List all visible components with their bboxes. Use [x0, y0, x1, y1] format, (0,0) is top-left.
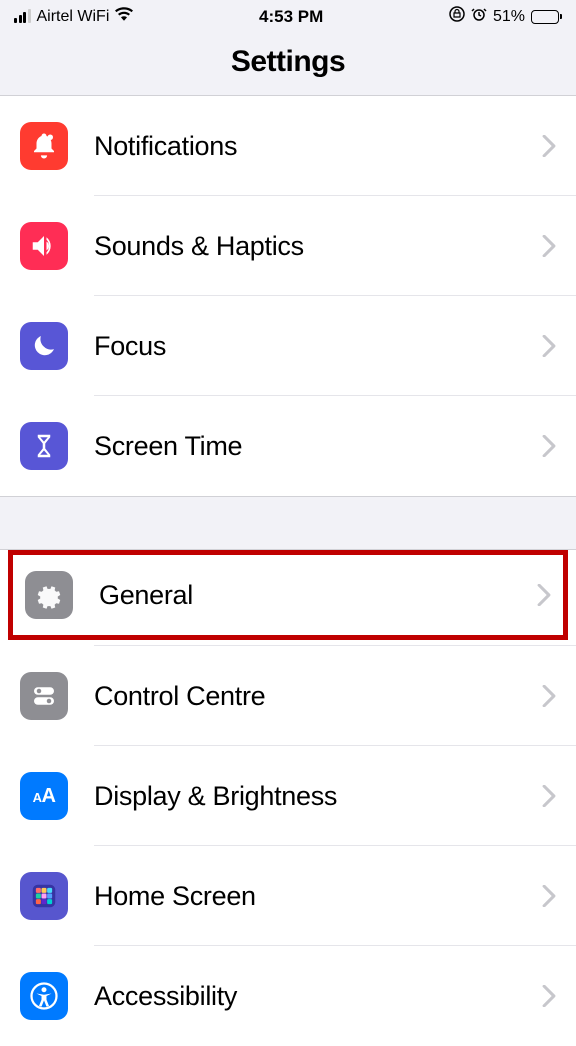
orientation-lock-icon	[449, 6, 465, 27]
clock: 4:53 PM	[259, 7, 323, 27]
page-title: Settings	[0, 45, 576, 79]
chevron-right-icon	[537, 584, 551, 606]
settings-section-2: General Control Centre AA Display & Brig…	[0, 550, 576, 1046]
chevron-right-icon	[542, 985, 556, 1007]
item-label: Control Centre	[94, 681, 542, 712]
item-label: Focus	[94, 331, 542, 362]
item-label: Notifications	[94, 131, 542, 162]
bell-icon	[20, 122, 68, 170]
chevron-right-icon	[542, 135, 556, 157]
settings-section-1: Notifications Sounds & Haptics Focus Scr…	[0, 96, 576, 496]
moon-icon	[20, 322, 68, 370]
item-label: Screen Time	[94, 431, 542, 462]
accessibility-icon	[20, 972, 68, 1020]
settings-item-notifications[interactable]: Notifications	[0, 96, 576, 196]
highlight-general: General	[8, 550, 568, 640]
settings-item-control-centre[interactable]: Control Centre	[0, 646, 576, 746]
item-label: Accessibility	[94, 981, 542, 1012]
battery-percent: 51%	[493, 8, 525, 26]
settings-item-general[interactable]: General	[13, 555, 563, 635]
settings-item-focus[interactable]: Focus	[0, 296, 576, 396]
wifi-icon	[115, 7, 133, 26]
hourglass-icon	[20, 422, 68, 470]
alarm-icon	[471, 6, 487, 27]
chevron-right-icon	[542, 885, 556, 907]
status-bar: Airtel WiFi 4:53 PM 51%	[0, 0, 576, 31]
settings-item-screen-time[interactable]: Screen Time	[0, 396, 576, 496]
signal-icon	[14, 10, 31, 23]
status-left: Airtel WiFi	[14, 7, 133, 26]
chevron-right-icon	[542, 685, 556, 707]
settings-item-sounds[interactable]: Sounds & Haptics	[0, 196, 576, 296]
section-spacer	[0, 496, 576, 550]
app-grid-icon	[20, 872, 68, 920]
item-label: Display & Brightness	[94, 781, 542, 812]
toggles-icon	[20, 672, 68, 720]
settings-item-display[interactable]: AA Display & Brightness	[0, 746, 576, 846]
item-label: Sounds & Haptics	[94, 231, 542, 262]
chevron-right-icon	[542, 435, 556, 457]
speaker-icon	[20, 222, 68, 270]
chevron-right-icon	[542, 335, 556, 357]
carrier-label: Airtel WiFi	[37, 8, 110, 26]
status-right: 51%	[449, 6, 562, 27]
chevron-right-icon	[542, 785, 556, 807]
chevron-right-icon	[542, 235, 556, 257]
item-label: Home Screen	[94, 881, 542, 912]
item-label: General	[99, 580, 537, 611]
settings-item-home-screen[interactable]: Home Screen	[0, 846, 576, 946]
text-size-icon: AA	[20, 772, 68, 820]
battery-icon	[531, 10, 562, 24]
gear-icon	[25, 571, 73, 619]
page-header: Settings	[0, 31, 576, 96]
settings-item-accessibility[interactable]: Accessibility	[0, 946, 576, 1046]
